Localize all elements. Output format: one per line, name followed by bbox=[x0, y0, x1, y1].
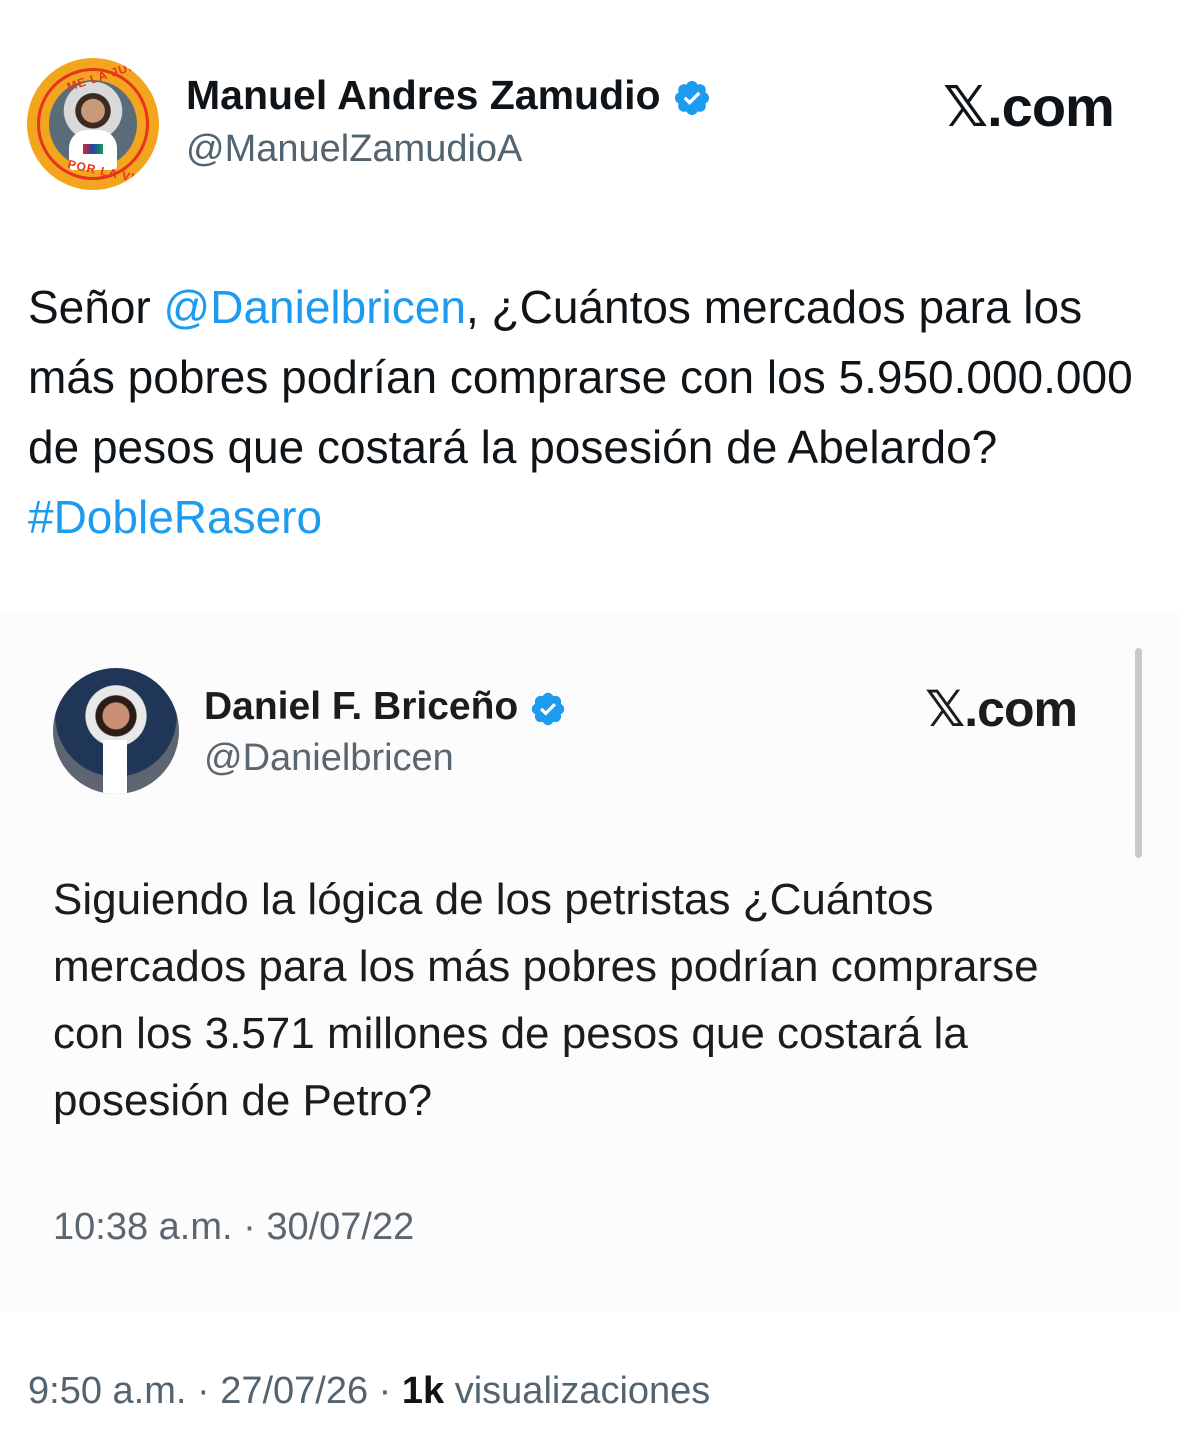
author-avatar[interactable]: ME LA JUEGO POR LA VIDA bbox=[27, 58, 159, 190]
quoted-author-name: Daniel F. Briceño bbox=[204, 685, 519, 728]
verified-badge-icon bbox=[531, 692, 565, 725]
quoted-scrollbar bbox=[1135, 648, 1142, 858]
author-handle[interactable]: @ManuelZamudioA bbox=[186, 128, 522, 171]
views-label: visualizaciones bbox=[444, 1370, 711, 1412]
author-name-row[interactable]: Manuel Andres Zamudio bbox=[186, 72, 712, 119]
views-count: 1k bbox=[401, 1370, 445, 1412]
quoted-author-handle: @Danielbricen bbox=[204, 737, 454, 779]
quoted-author-avatar bbox=[53, 668, 179, 794]
quoted-site-logo: 𝕏.com bbox=[925, 681, 1078, 737]
avatar-shirt bbox=[103, 740, 127, 794]
hashtag-link[interactable]: #DobleRasero bbox=[28, 491, 322, 543]
mention-link[interactable]: @Danielbricen bbox=[164, 281, 466, 333]
site-logo: 𝕏.com bbox=[943, 75, 1115, 138]
quoted-timestamp: 10:38 a.m. · 30/07/22 bbox=[53, 1206, 415, 1248]
tweet-footer: 9:50 a.m. · 27/07/26 · 1k visualizacione… bbox=[28, 1370, 710, 1413]
tweet-text: Señor @Danielbricen, ¿Cuántos mercados p… bbox=[28, 272, 1148, 552]
quoted-tweet-text: Siguiendo la lógica de los petristas ¿Cu… bbox=[53, 875, 1039, 1125]
verified-badge-icon bbox=[674, 81, 710, 116]
quoted-author-name-row: Daniel F. Briceño bbox=[204, 685, 567, 729]
footer-time[interactable]: 9:50 a.m. · 27/07/26 · bbox=[28, 1370, 402, 1412]
author-name[interactable]: Manuel Andres Zamudio bbox=[186, 72, 661, 118]
tweet-text-part1: Señor bbox=[28, 281, 164, 333]
